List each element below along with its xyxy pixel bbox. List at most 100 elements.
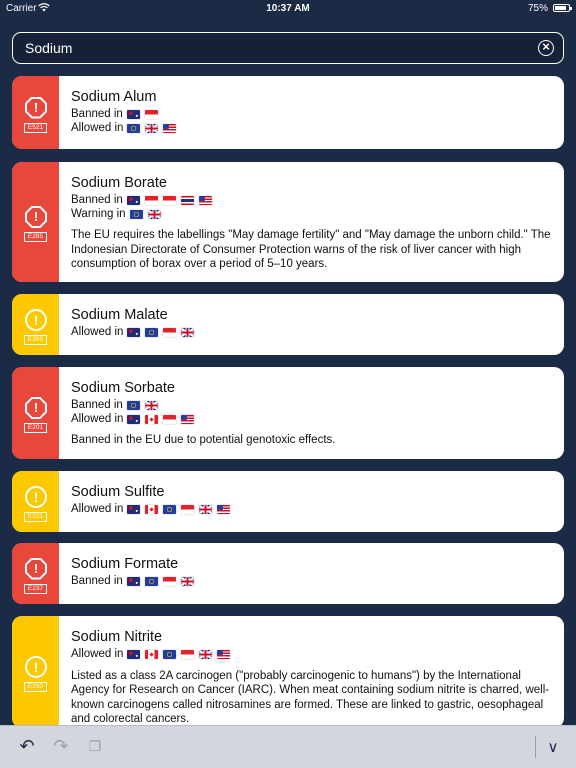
search-field[interactable]: Sodium × [12,32,564,64]
warning-circle-icon: ! [25,308,47,331]
additive-card[interactable]: ! E350 Sodium Malate Allowed in [12,294,564,355]
additive-name: Sodium Formate [71,556,179,572]
additive-card[interactable]: ! E201 Sodium Sorbate Banned in Allowed in Ba… [12,367,564,459]
warning-octagon-icon: ! [25,206,47,228]
canada-flag-icon [145,505,159,515]
regulation-row: Banned in [71,194,552,208]
additive-details: Sodium Nitrite Allowed in Listed as a clas… [71,628,552,727]
regulation-label: Banned in [71,575,123,587]
eu-flag-icon [163,505,177,515]
thailand-flag-icon [180,196,194,206]
additive-name: Sodium Malate [71,307,168,323]
undo-icon[interactable]: ↶ [16,736,38,758]
additive-details: Sodium Borate Banned in Warning in The EU r… [71,174,552,272]
keyboard-toolbar: ↶ ↷ ❐ ∨ [0,725,576,768]
usa-flag-icon [163,123,177,133]
regulation-row: Allowed in [71,413,552,427]
additive-card[interactable]: ! E237 Sodium Formate Banned in [12,543,564,604]
additive-card[interactable]: ! E250 Sodium Nitrite Allowed in Listed as a… [12,616,564,728]
regulation-label: Warning in [71,207,126,220]
regulation-row: Banned in [71,108,552,122]
uk-flag-icon [147,209,161,219]
eu-flag-icon [126,401,140,411]
chevron-down-icon[interactable]: ∨ [542,736,564,758]
indonesia-flag-icon [163,414,177,424]
regulation-row: Allowed in [71,326,552,340]
additive-details: Sodium Formate Banned in [71,555,552,589]
regulation-label: Allowed in [71,412,124,425]
danger-indicator: ! E237 [12,543,59,604]
battery-icon [553,4,572,12]
warning-octagon-icon: ! [25,96,47,119]
regulation-label: Allowed in [71,326,124,338]
additive-card[interactable]: ! E285 Sodium Borate Banned in Warning in The… [12,162,564,282]
indonesia-flag-icon [181,650,195,660]
search-input[interactable]: Sodium [25,40,72,56]
eu-flag-icon [145,328,159,338]
e-number-badge: E237 [24,583,47,594]
usa-flag-icon [181,414,195,424]
additive-card[interactable]: ! E221 Sodium Sulfite Allowed in [12,471,564,532]
eu-flag-icon [129,209,143,219]
caution-indicator: ! E250 [12,616,59,728]
redo-icon[interactable]: ↷ [50,736,72,758]
regulation-row: Allowed in [71,648,552,662]
canada-flag-icon [145,414,159,424]
uk-flag-icon [181,328,195,338]
regulation-label: Banned in [71,194,123,206]
battery-percent: 75% [527,3,548,14]
e-number-badge: E285 [24,232,47,242]
e-number-badge: E250 [24,682,47,692]
additive-note: Banned in the EU due to potential genoto… [71,434,336,446]
clock: 10:37 AM [266,3,310,14]
e-number-badge: E350 [24,334,47,345]
regulation-label: Allowed in [71,648,124,660]
additive-details: Sodium Malate Allowed in [71,306,552,340]
regulation-row: Warning in [71,208,552,222]
caution-indicator: ! E221 [12,471,59,532]
regulation-row: Allowed in [71,122,552,136]
indonesia-flag-icon [144,196,158,206]
clear-circle-icon[interactable]: × [538,40,554,56]
eu-flag-icon [144,577,158,587]
warning-circle-icon: ! [25,485,47,508]
uk-flag-icon [144,401,158,411]
indonesia-flag-icon [163,328,177,338]
additive-details: Sodium Sulfite Allowed in [71,483,552,517]
uk-flag-icon [199,650,213,660]
additive-name: Sodium Nitrite [71,629,163,645]
regulation-label: Allowed in [71,503,124,515]
additive-card[interactable]: ! E521 Sodium Alum Banned in Allowed in [12,76,564,149]
uk-flag-icon [199,505,213,515]
indonesia-flag-icon [162,196,176,206]
australia-flag-icon [127,414,141,424]
indonesia-flag-icon [144,110,158,120]
paste-icon[interactable]: ❐ [84,736,106,758]
usa-flag-icon [217,650,231,660]
uk-flag-icon [145,123,159,133]
additive-name: Sodium Sulfite [71,484,165,500]
additive-name: Sodium Borate [71,175,167,191]
status-bar: Carrier 10:37 AM 75% [0,0,576,18]
australia-flag-icon [126,110,140,120]
warning-circle-icon: ! [25,656,47,678]
indonesia-flag-icon [162,577,176,587]
danger-indicator: ! E521 [12,76,59,149]
additive-name: Sodium Sorbate [71,380,175,396]
usa-flag-icon [198,196,212,206]
australia-flag-icon [126,196,140,206]
e-number-badge: E201 [24,423,47,433]
toolbar-divider [535,736,536,758]
warning-octagon-icon: ! [25,397,47,419]
caution-indicator: ! E350 [12,294,59,355]
eu-flag-icon [127,123,141,133]
uk-flag-icon [180,577,194,587]
usa-flag-icon [217,505,231,515]
e-number-badge: E521 [24,122,47,133]
australia-flag-icon [126,577,140,587]
warning-octagon-icon: ! [25,557,47,580]
eu-flag-icon [163,650,177,660]
australia-flag-icon [127,328,141,338]
regulation-label: Banned in [71,108,123,120]
regulation-row: Banned in [71,575,552,589]
